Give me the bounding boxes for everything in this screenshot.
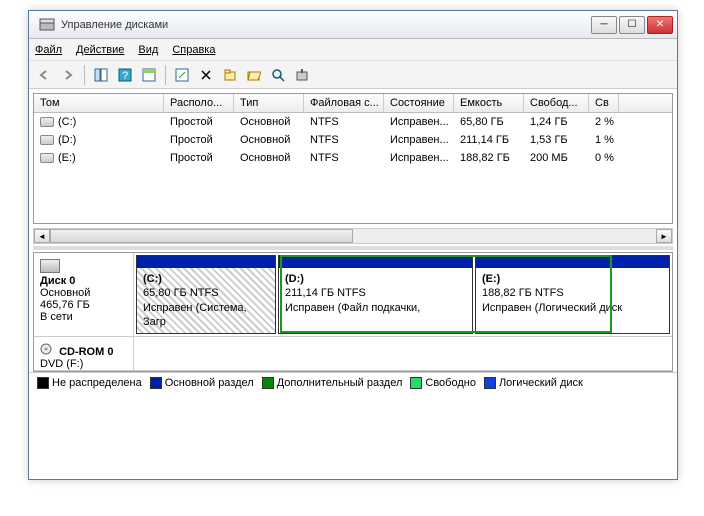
legend-free: Свободно (410, 377, 476, 389)
cell-vol: (C:) (34, 114, 164, 130)
col-type[interactable]: Тип (234, 94, 304, 112)
legend-logical: Логический диск (484, 377, 583, 389)
disk-icon (40, 259, 60, 273)
horizontal-scrollbar[interactable]: ◄ ► (33, 228, 673, 244)
cell-pct: 0 % (589, 150, 619, 166)
volume-icon (40, 117, 54, 127)
scroll-right-icon[interactable]: ► (656, 229, 672, 243)
col-volume[interactable]: Том (34, 94, 164, 112)
cell-status: Исправен... (384, 150, 454, 166)
volume-table: Том Располо... Тип Файловая с... Состоян… (33, 93, 673, 224)
pane-splitter[interactable] (33, 246, 673, 250)
cell-layout: Простой (164, 150, 234, 166)
cell-vol: (D:) (34, 132, 164, 148)
help-button[interactable]: ? (114, 64, 136, 86)
window-title: Управление дисками (61, 19, 589, 31)
legend-unallocated: Не распределена (37, 377, 142, 389)
disk-0-label[interactable]: Диск 0 Основной 465,76 ГБ В сети (34, 253, 134, 336)
menu-help[interactable]: Справка (172, 44, 215, 56)
disk-0-partitions: (C:) 65,80 ГБ NTFS Исправен (Система, За… (134, 253, 672, 336)
cell-cap: 211,14 ГБ (454, 132, 524, 148)
cell-free: 1,53 ГБ (524, 132, 589, 148)
close-button[interactable]: ✕ (647, 16, 673, 34)
col-pct[interactable]: Св (589, 94, 619, 112)
svg-text:?: ? (122, 70, 128, 82)
col-layout[interactable]: Располо... (164, 94, 234, 112)
cell-type: Основной (234, 114, 304, 130)
col-free[interactable]: Свобод... (524, 94, 589, 112)
menu-action[interactable]: Действие (76, 44, 124, 56)
table-header: Том Располо... Тип Файловая с... Состоян… (34, 94, 672, 113)
cdrom-label[interactable]: CD-ROM 0 DVD (F:) (34, 337, 134, 370)
legend: Не распределена Основной раздел Дополнит… (29, 372, 677, 393)
cdrom-row: CD-ROM 0 DVD (F:) (34, 337, 672, 371)
partition-d[interactable]: (D:) 211,14 ГБ NTFS Исправен (Файл подка… (278, 255, 473, 334)
cell-status: Исправен... (384, 114, 454, 130)
titlebar: Управление дисками ─ ☐ ✕ (29, 11, 677, 39)
table-row[interactable]: (E:)ПростойОсновнойNTFSИсправен...188,82… (34, 149, 672, 167)
cell-cap: 65,80 ГБ (454, 114, 524, 130)
delete-icon[interactable] (195, 64, 217, 86)
app-icon (39, 17, 55, 33)
col-fs[interactable]: Файловая с... (304, 94, 384, 112)
toolbar: ? (29, 61, 677, 89)
show-hide-tree-button[interactable] (90, 64, 112, 86)
cell-fs: NTFS (304, 150, 384, 166)
open-icon[interactable] (243, 64, 265, 86)
cell-status: Исправен... (384, 132, 454, 148)
cell-free: 1,24 ГБ (524, 114, 589, 130)
cell-pct: 1 % (589, 132, 619, 148)
menu-view[interactable]: Вид (138, 44, 158, 56)
cell-layout: Простой (164, 114, 234, 130)
cell-free: 200 МБ (524, 150, 589, 166)
legend-extended: Дополнительный раздел (262, 377, 403, 389)
cdrom-icon (40, 343, 56, 355)
col-capacity[interactable]: Емкость (454, 94, 524, 112)
maximize-button[interactable]: ☐ (619, 16, 645, 34)
settings-icon[interactable] (291, 64, 313, 86)
cell-type: Основной (234, 150, 304, 166)
partition-c[interactable]: (C:) 65,80 ГБ NTFS Исправен (Система, За… (136, 255, 276, 334)
minimize-button[interactable]: ─ (591, 16, 617, 34)
cell-pct: 2 % (589, 114, 619, 130)
forward-button[interactable] (57, 64, 79, 86)
menu-file[interactable]: Файл (35, 44, 62, 56)
rescan-icon[interactable] (267, 64, 289, 86)
table-row[interactable]: (C:)ПростойОсновнойNTFSИсправен...65,80 … (34, 113, 672, 131)
partition-e[interactable]: (E:) 188,82 ГБ NTFS Исправен (Логический… (475, 255, 670, 334)
cell-type: Основной (234, 132, 304, 148)
cell-fs: NTFS (304, 114, 384, 130)
scroll-thumb[interactable] (50, 229, 353, 243)
scroll-left-icon[interactable]: ◄ (34, 229, 50, 243)
disk-management-window: Управление дисками ─ ☐ ✕ Файл Действие В… (28, 10, 678, 480)
view-top-button[interactable] (138, 64, 160, 86)
table-body: (C:)ПростойОсновнойNTFSИсправен...65,80 … (34, 113, 672, 223)
properties-icon[interactable] (219, 64, 241, 86)
cell-fs: NTFS (304, 132, 384, 148)
disk-0-row: Диск 0 Основной 465,76 ГБ В сети (C:) 65… (34, 253, 672, 337)
cell-vol: (E:) (34, 150, 164, 166)
back-button[interactable] (33, 64, 55, 86)
legend-primary: Основной раздел (150, 377, 254, 389)
table-row[interactable]: (D:)ПростойОсновнойNTFSИсправен...211,14… (34, 131, 672, 149)
cell-cap: 188,82 ГБ (454, 150, 524, 166)
disk-map: Диск 0 Основной 465,76 ГБ В сети (C:) 65… (33, 252, 673, 372)
menubar: Файл Действие Вид Справка (29, 39, 677, 61)
volume-icon (40, 135, 54, 145)
refresh-button[interactable] (171, 64, 193, 86)
volume-icon (40, 153, 54, 163)
cell-layout: Простой (164, 132, 234, 148)
col-status[interactable]: Состояние (384, 94, 454, 112)
